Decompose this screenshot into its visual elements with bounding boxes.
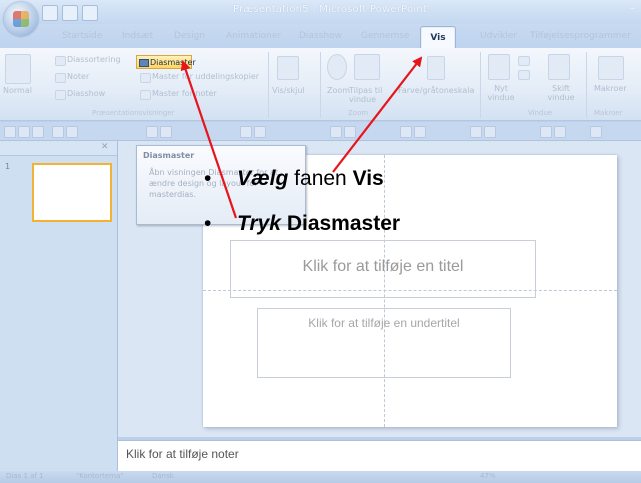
italic-icon[interactable] bbox=[254, 126, 266, 138]
zoom-level[interactable]: 47% bbox=[480, 472, 496, 480]
bullet: • bbox=[204, 212, 212, 235]
formatting-toolbar bbox=[0, 122, 641, 141]
group-label-makroer: Makroer bbox=[594, 109, 623, 117]
tab-design[interactable]: Design bbox=[174, 31, 205, 41]
font-size-icon[interactable] bbox=[160, 126, 172, 138]
arrange-all-icon bbox=[518, 56, 530, 66]
group-separator bbox=[320, 52, 321, 118]
show-hide-button[interactable]: Vis/skjul bbox=[272, 86, 305, 95]
redo-icon[interactable] bbox=[66, 126, 78, 138]
outline-icon[interactable] bbox=[554, 126, 566, 138]
slide-sorter-icon bbox=[55, 56, 66, 66]
switch-window-icon bbox=[548, 54, 570, 80]
shapes-icon[interactable] bbox=[470, 126, 482, 138]
open-icon[interactable] bbox=[18, 126, 30, 138]
font-icon[interactable] bbox=[146, 126, 158, 138]
status-slide: Dias 1 af 1 bbox=[6, 472, 44, 480]
zoom-icon bbox=[327, 54, 347, 80]
macros-icon bbox=[598, 56, 624, 80]
save-icon[interactable] bbox=[32, 126, 44, 138]
instruction-verb: Tryk bbox=[237, 212, 281, 235]
color-grayscale-icon bbox=[427, 56, 445, 80]
group-label-praesentation: Præsentationsvisninger bbox=[92, 109, 175, 117]
notes-page-icon bbox=[55, 73, 66, 83]
normal-view-button[interactable]: Normal bbox=[3, 86, 32, 95]
macros-button[interactable]: Makroer bbox=[594, 84, 627, 93]
diasmaster-label: Diasmaster bbox=[150, 58, 196, 67]
new-window-button[interactable]: Nyt vindue bbox=[486, 84, 516, 102]
slide-sorter-button[interactable]: Diassortering bbox=[67, 55, 121, 64]
slideshow-icon bbox=[55, 90, 66, 100]
tab-animationer[interactable]: Animationer bbox=[226, 31, 281, 41]
tooltip-title: Diasmaster bbox=[143, 151, 195, 160]
group-separator bbox=[480, 52, 481, 118]
window-title: Præsentation5 - Microsoft PowerPoint bbox=[233, 4, 427, 15]
ribbon: Normal Diassortering Noter Diasshow Dias… bbox=[0, 48, 641, 121]
bold-icon[interactable] bbox=[240, 126, 252, 138]
customize-toolbar-icon[interactable] bbox=[590, 126, 602, 138]
instruction-text: fanen bbox=[288, 167, 353, 190]
instruction-verb: Vælg bbox=[237, 167, 289, 190]
minimize-button[interactable]: – bbox=[630, 3, 635, 14]
normal-view-icon bbox=[5, 54, 31, 84]
new-icon[interactable] bbox=[4, 126, 16, 138]
notes-master-button[interactable]: Master for noter bbox=[152, 89, 217, 98]
color-grayscale-button[interactable]: Farve/gråtoneskala bbox=[398, 86, 474, 95]
title-placeholder-text: Klik for at tilføje en titel bbox=[302, 258, 464, 275]
slide-number: 1 bbox=[5, 162, 11, 171]
align-center-icon[interactable] bbox=[344, 126, 356, 138]
slide-master-icon bbox=[139, 59, 149, 67]
status-language[interactable]: Dansk bbox=[152, 472, 174, 480]
fit-window-icon bbox=[354, 54, 380, 80]
undo-icon[interactable] bbox=[62, 5, 78, 21]
handout-master-button[interactable]: Master for uddelingskopier bbox=[152, 72, 259, 81]
undo-icon[interactable] bbox=[52, 126, 64, 138]
group-separator bbox=[586, 52, 587, 118]
numbering-icon[interactable] bbox=[414, 126, 426, 138]
office-button[interactable] bbox=[4, 2, 38, 36]
instruction-line: • Tryk Diasmaster bbox=[204, 212, 401, 236]
ribbon-tabs: Startside Indsæt Design Animationer Dias… bbox=[0, 24, 641, 49]
notes-page-button[interactable]: Noter bbox=[67, 72, 89, 81]
instruction-line: • Vælg fanen Vis bbox=[204, 167, 384, 191]
instruction-target: Vis bbox=[352, 167, 384, 190]
slideshow-button[interactable]: Diasshow bbox=[67, 89, 105, 98]
slide-thumbnail[interactable] bbox=[32, 163, 112, 222]
fit-window-button[interactable]: Tilpas til vindue bbox=[349, 86, 393, 104]
quick-access-toolbar bbox=[42, 5, 98, 21]
save-icon[interactable] bbox=[42, 5, 58, 21]
cascade-icon bbox=[518, 70, 530, 80]
window-controls: – bbox=[630, 3, 635, 14]
tab-indsaet[interactable]: Indsæt bbox=[122, 31, 153, 41]
diasmaster-button[interactable]: Diasmaster bbox=[136, 55, 196, 69]
fill-icon[interactable] bbox=[540, 126, 552, 138]
align-left-icon[interactable] bbox=[330, 126, 342, 138]
notes-placeholder: Klik for at tilføje noter bbox=[126, 447, 239, 461]
redo-icon[interactable] bbox=[82, 5, 98, 21]
group-label-vindue: Vindue bbox=[528, 109, 553, 117]
notes-master-icon bbox=[140, 90, 151, 100]
group-separator bbox=[268, 52, 269, 118]
instruction-target: Diasmaster bbox=[286, 212, 401, 235]
pane-tabs bbox=[0, 141, 117, 156]
arrange-icon[interactable] bbox=[484, 126, 496, 138]
tab-gennemse[interactable]: Gennemse bbox=[361, 31, 409, 41]
bullet: • bbox=[204, 167, 212, 190]
zoom-button[interactable]: Zoom bbox=[327, 86, 350, 95]
tab-udvikler[interactable]: Udvikler bbox=[480, 31, 517, 41]
show-hide-icon bbox=[277, 56, 299, 80]
switch-window-button[interactable]: Skift vindue bbox=[544, 84, 578, 102]
new-window-icon bbox=[488, 54, 510, 80]
group-label-zoom: Zoom bbox=[348, 109, 369, 117]
tab-vis[interactable]: Vis bbox=[420, 26, 456, 49]
handout-master-icon bbox=[140, 73, 151, 83]
close-icon[interactable]: ✕ bbox=[101, 142, 109, 152]
status-theme: "Kontortema" bbox=[76, 472, 124, 480]
tab-diasshow[interactable]: Diasshow bbox=[299, 31, 342, 41]
tab-startside[interactable]: Startside bbox=[62, 31, 102, 41]
bullets-icon[interactable] bbox=[400, 126, 412, 138]
subtitle-placeholder-text: Klik for at tilføje en undertitel bbox=[308, 316, 460, 330]
tab-tilfoejelser[interactable]: Tilføjelsesprogrammer bbox=[530, 31, 631, 41]
status-bar: Dias 1 af 1 "Kontortema" Dansk 47% bbox=[0, 471, 641, 483]
